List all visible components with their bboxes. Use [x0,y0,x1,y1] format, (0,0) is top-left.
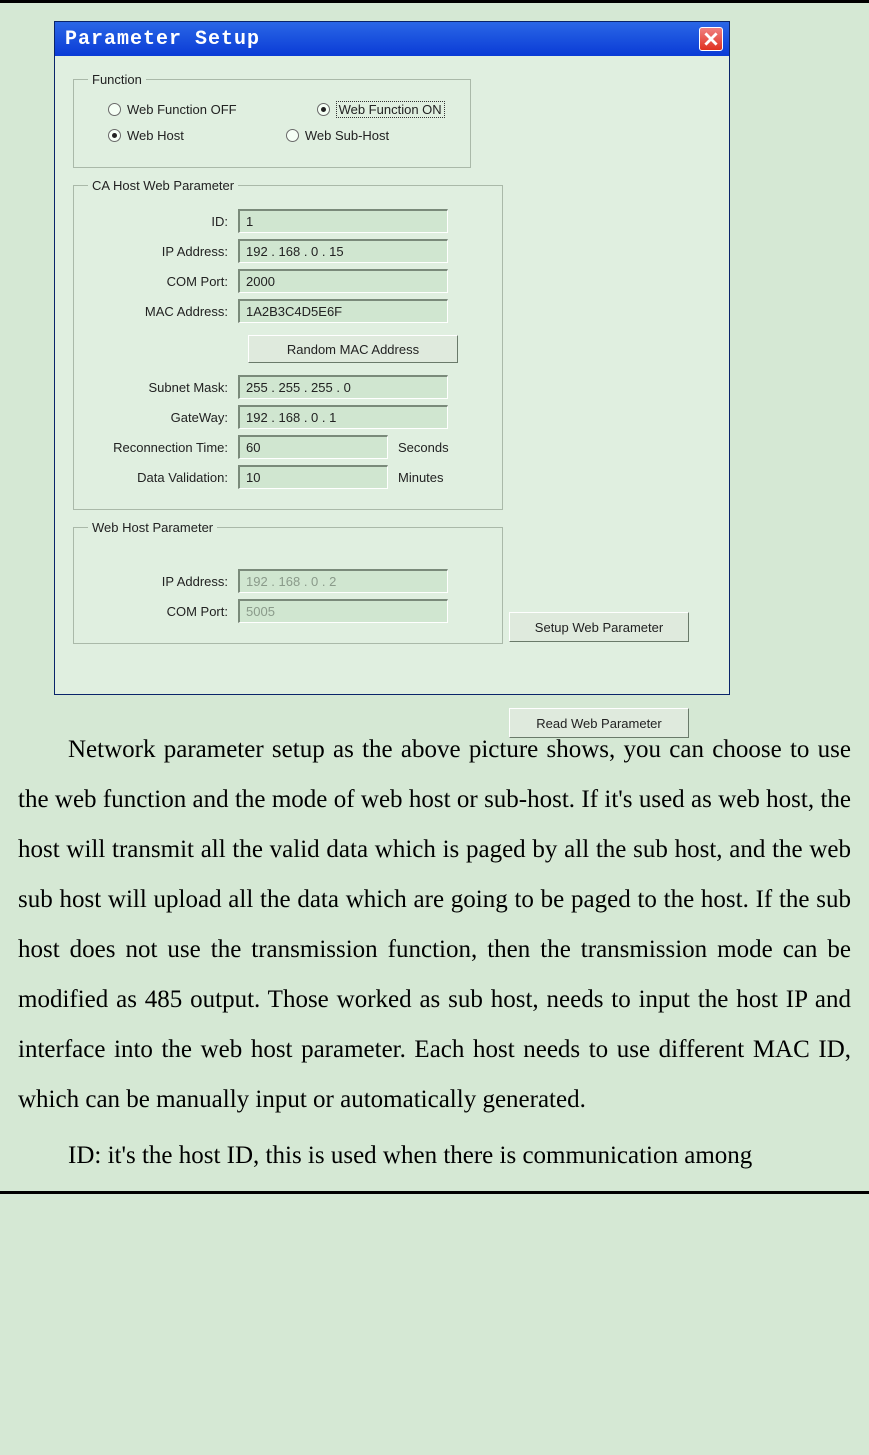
ip-field[interactable]: 192 . 168 . 0 . 15 [238,239,448,263]
close-button[interactable] [699,27,723,51]
gateway-field[interactable]: 192 . 168 . 0 . 1 [238,405,448,429]
web-host-group: Web Host Parameter IP Address: 192 . 168… [73,520,503,644]
radio-icon [108,103,121,116]
parameter-setup-dialog: Parameter Setup Function Web Function OF… [54,21,730,695]
host-ip-label: IP Address: [88,574,238,589]
id-field[interactable]: 1 [238,209,448,233]
radio-icon [108,129,121,142]
radio-label: Web Sub-Host [305,128,389,143]
radio-label: Web Function OFF [127,102,237,117]
subnet-field[interactable]: 255 . 255 . 255 . 0 [238,375,448,399]
radio-icon [317,103,330,116]
function-group: Function Web Function OFF Web Function O… [73,72,471,168]
com-port-field[interactable]: 2000 [238,269,448,293]
mac-label: MAC Address: [88,304,238,319]
radio-web-host[interactable]: Web Host [108,128,184,143]
radio-web-function-on[interactable]: Web Function ON [317,101,445,118]
host-legend: Web Host Parameter [88,520,217,535]
com-port-label: COM Port: [88,274,238,289]
function-legend: Function [88,72,146,87]
mac-field[interactable]: 1A2B3C4D5E6F [238,299,448,323]
dialog-body: Function Web Function OFF Web Function O… [55,56,729,694]
setup-web-parameter-button[interactable]: Setup Web Parameter [509,612,689,642]
titlebar: Parameter Setup [55,22,729,56]
host-com-field[interactable]: 5005 [238,599,448,623]
reconnect-unit: Seconds [398,440,449,455]
body-text: Network parameter setup as the above pic… [18,725,851,1181]
radio-label: Web Host [127,128,184,143]
reconnect-label: Reconnection Time: [88,440,238,455]
reconnect-field[interactable]: 60 [238,435,388,459]
ip-label: IP Address: [88,244,238,259]
dataval-unit: Minutes [398,470,444,485]
host-com-label: COM Port: [88,604,238,619]
paragraph-1: Network parameter setup as the above pic… [18,725,851,1125]
host-ip-field[interactable]: 192 . 168 . 0 . 2 [238,569,448,593]
radio-web-sub-host[interactable]: Web Sub-Host [286,128,389,143]
window-title: Parameter Setup [65,28,260,51]
close-icon [704,32,718,46]
radio-web-function-off[interactable]: Web Function OFF [108,101,237,118]
radio-icon [286,129,299,142]
id-label: ID: [88,214,238,229]
radio-label: Web Function ON [336,101,445,118]
gateway-label: GateWay: [88,410,238,425]
document-page: Parameter Setup Function Web Function OF… [0,0,869,1194]
dataval-field[interactable]: 10 [238,465,388,489]
subnet-label: Subnet Mask: [88,380,238,395]
ca-host-group: CA Host Web Parameter ID: 1 IP Address: … [73,178,503,510]
random-mac-button[interactable]: Random MAC Address [248,335,458,363]
paragraph-2: ID: it's the host ID, this is used when … [18,1131,851,1181]
read-web-parameter-button[interactable]: Read Web Parameter [509,708,689,738]
ca-legend: CA Host Web Parameter [88,178,238,193]
dataval-label: Data Validation: [88,470,238,485]
